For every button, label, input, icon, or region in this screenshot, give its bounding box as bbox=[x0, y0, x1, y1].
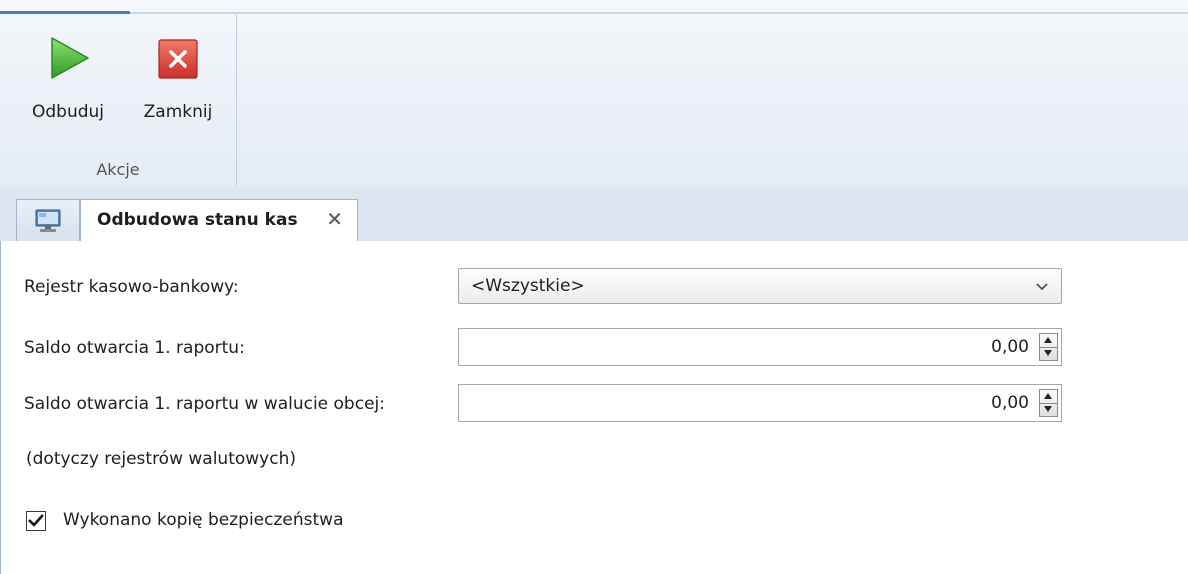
tab-home[interactable] bbox=[16, 199, 80, 241]
register-label: Rejestr kasowo-bankowy: bbox=[24, 277, 239, 297]
ribbon-group-actions: Odbuduj Zamknij Akcje bbox=[0, 14, 237, 186]
chevron-down-icon[interactable] bbox=[1035, 278, 1049, 292]
opening-balance-foreign-field[interactable]: 0,00 bbox=[458, 384, 1062, 422]
spin-down-icon[interactable] bbox=[1040, 347, 1057, 360]
opening-balance-value: 0,00 bbox=[991, 337, 1029, 357]
checkmark-icon bbox=[28, 514, 44, 527]
rebuild-button-label: Odbuduj bbox=[31, 102, 105, 122]
monitor-icon bbox=[34, 208, 62, 234]
close-button[interactable]: Zamknij bbox=[132, 14, 224, 142]
backup-label[interactable]: Wykonano kopię bezpieczeństwa bbox=[63, 510, 344, 530]
tab-odbudowa-stanu-kas[interactable]: Odbudowa stanu kas ✕ bbox=[80, 199, 358, 242]
opening-balance-label: Saldo otwarcia 1. raportu: bbox=[24, 338, 245, 358]
ribbon-group-label: Akcje bbox=[96, 160, 140, 179]
spin-down-icon[interactable] bbox=[1040, 403, 1057, 416]
document-tabstrip: Odbudowa stanu kas ✕ bbox=[0, 187, 1188, 242]
spin-up-icon[interactable] bbox=[1040, 334, 1057, 348]
opening-balance-foreign-stepper[interactable] bbox=[1039, 389, 1058, 417]
spin-up-icon[interactable] bbox=[1040, 390, 1057, 404]
foreign-note: (dotyczy rejestrów walutowych) bbox=[26, 449, 296, 469]
opening-balance-foreign-label: Saldo otwarcia 1. raportu w walucie obce… bbox=[24, 394, 385, 414]
opening-balance-foreign-value: 0,00 bbox=[991, 393, 1029, 413]
close-button-label: Zamknij bbox=[143, 102, 213, 122]
close-icon bbox=[154, 34, 202, 82]
ribbon: Odbuduj Zamknij Akcje bbox=[0, 0, 1188, 188]
rebuild-button[interactable]: Odbuduj bbox=[14, 14, 122, 142]
opening-balance-field[interactable]: 0,00 bbox=[458, 328, 1062, 366]
play-icon bbox=[44, 34, 92, 82]
form-panel: Rejestr kasowo-bankowy: <Wszystkie> Sald… bbox=[0, 241, 1188, 574]
register-select[interactable]: <Wszystkie> bbox=[458, 268, 1062, 304]
backup-checkbox[interactable] bbox=[26, 511, 46, 531]
register-select-value: <Wszystkie> bbox=[471, 276, 585, 296]
tab-title: Odbudowa stanu kas bbox=[97, 210, 298, 230]
tab-close-icon[interactable]: ✕ bbox=[326, 207, 343, 231]
opening-balance-stepper[interactable] bbox=[1039, 333, 1058, 361]
